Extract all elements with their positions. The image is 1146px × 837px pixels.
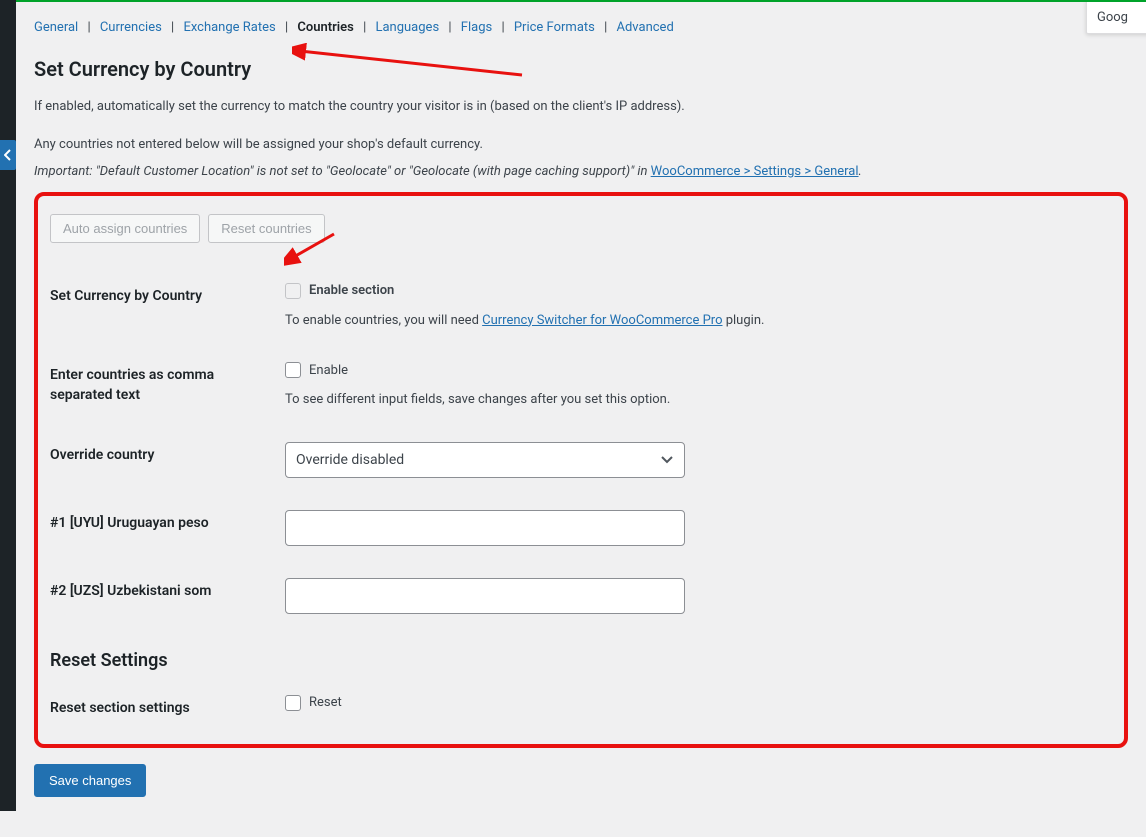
enable-section-label: Set Currency by Country <box>50 283 285 307</box>
currency-1-label: #1 [UYU] Uruguayan peso <box>50 510 285 534</box>
chevron-down-icon <box>660 453 674 467</box>
important-suffix: . <box>859 164 862 179</box>
page-description-1: If enabled, automatically set the curren… <box>34 93 1128 121</box>
subnav-price-formats[interactable]: Price Formats <box>514 20 595 35</box>
highlighted-settings-area: Auto assign countries Reset countries Se… <box>34 192 1128 749</box>
admin-sidebar-collapsed <box>0 0 16 811</box>
woocommerce-settings-link[interactable]: WooCommerce > Settings > General <box>651 164 859 179</box>
page-important-note: Important: "Default Customer Location" i… <box>34 158 1128 186</box>
reset-settings-heading: Reset Settings <box>50 630 1112 679</box>
subnav-currencies[interactable]: Currencies <box>100 20 162 35</box>
override-country-label: Override country <box>50 442 285 466</box>
override-country-select[interactable]: Override disabled <box>285 442 685 478</box>
enter-comma-checkbox-label: Enable <box>309 363 348 378</box>
reset-section-label: Reset section settings <box>50 695 285 719</box>
page-description-2: Any countries not entered below will be … <box>34 121 1128 159</box>
currency-switcher-pro-link[interactable]: Currency Switcher for WooCommerce Pro <box>482 313 722 328</box>
currency-2-input[interactable] <box>285 578 685 614</box>
subnav-exchange-rates[interactable]: Exchange Rates <box>183 20 275 35</box>
settings-subnav: General | Currencies | Exchange Rates | … <box>34 0 1128 45</box>
reset-checkbox-label: Reset <box>309 695 342 710</box>
subnav-general[interactable]: General <box>34 20 78 35</box>
enable-section-checkbox <box>285 283 301 299</box>
reset-checkbox[interactable] <box>285 695 301 711</box>
collapse-menu-tab[interactable] <box>0 140 16 170</box>
enter-comma-help: To see different input fields, save chan… <box>285 378 1112 410</box>
subnav-flags[interactable]: Flags <box>461 20 492 35</box>
enable-section-help: To enable countries, you will need Curre… <box>285 299 1112 331</box>
currency-1-input[interactable] <box>285 510 685 546</box>
save-changes-button[interactable]: Save changes <box>34 764 146 797</box>
auto-assign-countries-button[interactable]: Auto assign countries <box>50 214 200 243</box>
reset-countries-button[interactable]: Reset countries <box>208 214 324 243</box>
enter-comma-label: Enter countries as comma separated text <box>50 362 285 405</box>
important-text: Important: "Default Customer Location" i… <box>34 164 651 179</box>
chevron-left-icon <box>4 149 12 161</box>
subnav-languages[interactable]: Languages <box>375 20 439 35</box>
page-title: Set Currency by Country <box>34 45 1128 93</box>
override-country-selected: Override disabled <box>296 452 404 468</box>
subnav-advanced[interactable]: Advanced <box>616 20 673 35</box>
enable-section-checkbox-label: Enable section <box>309 283 394 298</box>
enter-comma-checkbox[interactable] <box>285 362 301 378</box>
currency-2-label: #2 [UZS] Uzbekistani som <box>50 578 285 602</box>
subnav-countries: Countries <box>297 20 353 35</box>
